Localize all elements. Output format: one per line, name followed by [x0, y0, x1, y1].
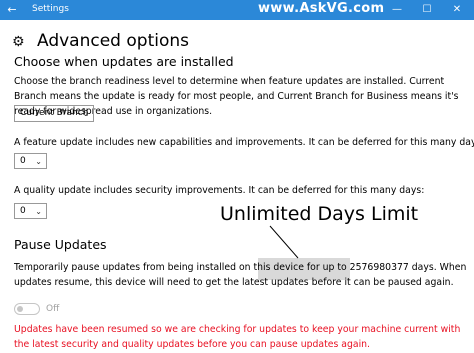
pause-description-start: Temporarily pause updates from being ins…	[14, 262, 323, 273]
pause-updates-toggle[interactable]	[14, 303, 40, 315]
toggle-label: Off	[46, 304, 60, 314]
error-message: Updates have been resumed so we are chec…	[14, 324, 461, 350]
section-heading-pause: Pause Updates	[14, 237, 107, 252]
toggle-knob	[17, 305, 23, 312]
pause-description: Temporarily pause updates from being ins…	[14, 260, 468, 290]
pause-days-limit: up to 2576980377 days.	[322, 262, 437, 273]
callout-pointer	[269, 225, 299, 259]
